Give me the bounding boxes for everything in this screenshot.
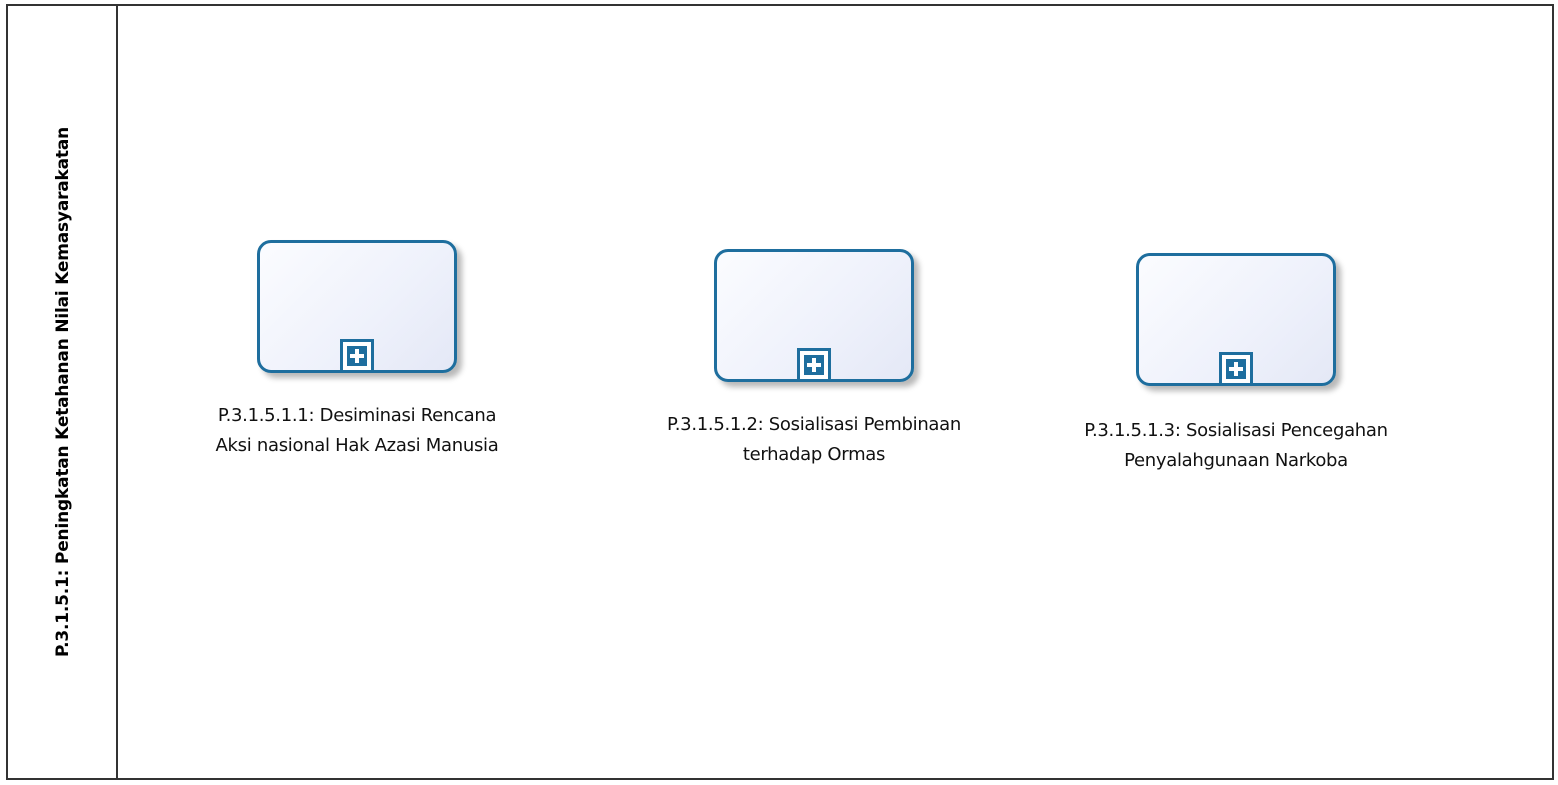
task-label-3-line-2: Penyalahgunaan Narkoba bbox=[1124, 450, 1348, 471]
pool: P.3.1.5.1: Peningkatan Ketahanan Nilai K… bbox=[6, 4, 1554, 780]
subprocess-marker[interactable] bbox=[797, 348, 831, 382]
task-label-3-line-1: P.3.1.5.1.3: Sosialisasi Pencegahan bbox=[1084, 420, 1388, 441]
plus-icon bbox=[347, 346, 367, 366]
plus-icon bbox=[1226, 359, 1246, 379]
plus-icon bbox=[804, 355, 824, 375]
subprocess-task-3[interactable] bbox=[1136, 253, 1336, 386]
subprocess-marker[interactable] bbox=[1219, 352, 1253, 386]
task-label-1-line-1: P.3.1.5.1.1: Desiminasi Rencana bbox=[217, 405, 497, 426]
pool-header: P.3.1.5.1: Peningkatan Ketahanan Nilai K… bbox=[8, 6, 118, 778]
subprocess-task-1[interactable] bbox=[257, 240, 457, 373]
subprocess-marker[interactable] bbox=[340, 339, 374, 373]
task-label-2: P.3.1.5.1.2: Sosialisasi Pembinaan terha… bbox=[624, 410, 1004, 470]
task-label-1-line-2: Aksi nasional Hak Azasi Manusia bbox=[215, 435, 499, 456]
diagram-canvas: P.3.1.5.1: Peningkatan Ketahanan Nilai K… bbox=[0, 0, 1558, 785]
task-label-1: P.3.1.5.1.1: Desiminasi Rencana Aksi nas… bbox=[167, 401, 547, 461]
subprocess-task-2[interactable] bbox=[714, 249, 914, 382]
task-label-3: P.3.1.5.1.3: Sosialisasi Pencegahan Peny… bbox=[1046, 416, 1426, 476]
task-label-2-line-1: P.3.1.5.1.2: Sosialisasi Pembinaan bbox=[667, 414, 961, 435]
task-label-2-line-2: terhadap Ormas bbox=[742, 444, 886, 465]
pool-title: P.3.1.5.1: Peningkatan Ketahanan Nilai K… bbox=[53, 126, 73, 658]
